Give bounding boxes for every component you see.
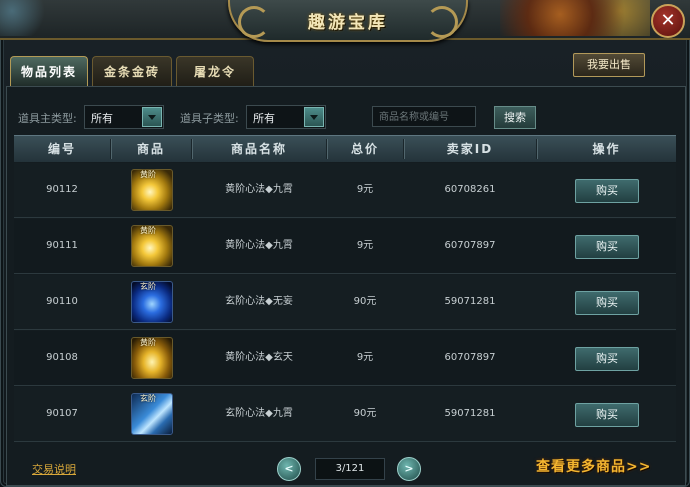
- table-row: 90111 黄阶 黄阶心法◆九霄 9元 60707897 购买: [14, 219, 676, 274]
- tab-item-list[interactable]: 物品列表: [10, 56, 88, 87]
- window-title: 趣游宝库: [308, 13, 388, 33]
- icon-tier-label: 玄阶: [140, 282, 156, 291]
- table-header: 编号 商品 商品名称 总价 卖家ID 操作: [14, 135, 676, 162]
- scroll-ornament-icon: [238, 6, 270, 38]
- col-item: 商品: [136, 142, 165, 156]
- sell-button[interactable]: 我要出售: [573, 53, 645, 77]
- item-name: 玄阶心法◆无妄: [225, 296, 293, 307]
- table-row: 90112 黄阶 黄阶心法◆九霄 9元 60708261 购买: [14, 163, 676, 218]
- seller-id: 60708261: [444, 184, 496, 195]
- item-id: 90108: [46, 352, 78, 363]
- sub-type-label: 道具子类型:: [180, 112, 239, 125]
- col-item-name: 商品名称: [230, 142, 287, 156]
- close-icon: ✕: [660, 10, 676, 31]
- title-plate: 趣游宝库: [228, 0, 468, 42]
- seller-id: 59071281: [444, 296, 496, 307]
- icon-tier-label: 黄阶: [140, 338, 156, 347]
- buy-button[interactable]: 购买: [575, 179, 639, 203]
- search-button[interactable]: 搜索: [494, 106, 536, 129]
- col-seller: 卖家ID: [446, 142, 494, 156]
- icon-tier-label: 黄阶: [140, 170, 156, 179]
- table-row: 90110 玄阶 玄阶心法◆无妄 90元 59071281 购买: [14, 275, 676, 330]
- main-type-label: 道具主类型:: [18, 112, 77, 125]
- header-art-right: [500, 0, 650, 36]
- prev-page-button[interactable]: <: [277, 457, 301, 481]
- item-name: 玄阶心法◆九霄: [225, 408, 293, 419]
- tab-dragon-token[interactable]: 屠龙令: [176, 56, 254, 87]
- gold-skill-icon[interactable]: 黄阶: [131, 169, 173, 211]
- search-input[interactable]: 商品名称或编号: [372, 106, 476, 127]
- item-id: 90112: [46, 184, 78, 195]
- gold-skill-icon[interactable]: 黄阶: [131, 225, 173, 267]
- table-row: 90108 黄阶 黄阶心法◆玄天 9元 60707897 购买: [14, 331, 676, 386]
- header-art-left: [0, 0, 60, 36]
- item-price: 9元: [356, 184, 374, 195]
- buy-button[interactable]: 购买: [575, 403, 639, 427]
- chevron-down-icon[interactable]: [304, 107, 324, 127]
- buy-button[interactable]: 购买: [575, 291, 639, 315]
- icon-tier-label: 玄阶: [140, 394, 156, 403]
- item-price: 9元: [356, 352, 374, 363]
- item-id: 90107: [46, 408, 78, 419]
- table-row: 90107 玄阶 玄阶心法◆九霄 90元 59071281 购买: [14, 387, 676, 442]
- main-type-value: 所有: [91, 112, 113, 125]
- item-price: 90元: [353, 296, 377, 307]
- item-price: 9元: [356, 240, 374, 251]
- item-price: 90元: [353, 408, 377, 419]
- sub-type-value: 所有: [253, 112, 275, 125]
- chevron-right-icon: >: [404, 462, 414, 475]
- gold-skill-icon[interactable]: 黄阶: [131, 337, 173, 379]
- tab-gold-bars[interactable]: 金条金砖: [92, 56, 172, 87]
- trade-help-link[interactable]: 交易说明: [32, 461, 76, 477]
- col-action: 操作: [592, 142, 621, 156]
- seller-id: 60707897: [444, 240, 496, 251]
- buy-button[interactable]: 购买: [575, 347, 639, 371]
- col-id: 编号: [47, 142, 76, 156]
- col-price: 总价: [350, 142, 379, 156]
- item-name: 黄阶心法◆九霄: [225, 240, 293, 251]
- chevron-left-icon: <: [284, 462, 294, 475]
- seller-id: 60707897: [444, 352, 496, 363]
- item-id: 90111: [46, 240, 78, 251]
- item-name: 黄阶心法◆玄天: [225, 352, 293, 363]
- sub-type-select[interactable]: 所有: [246, 105, 326, 129]
- chevron-down-icon[interactable]: [142, 107, 162, 127]
- buy-button[interactable]: 购买: [575, 235, 639, 259]
- page-indicator: 3/121: [315, 458, 385, 480]
- seller-id: 59071281: [444, 408, 496, 419]
- blue-skill-icon[interactable]: 玄阶: [131, 393, 173, 435]
- next-page-button[interactable]: >: [397, 457, 421, 481]
- close-button[interactable]: ✕: [651, 4, 685, 38]
- item-id: 90110: [46, 296, 78, 307]
- icon-tier-label: 黄阶: [140, 226, 156, 235]
- main-type-select[interactable]: 所有: [84, 105, 164, 129]
- item-name: 黄阶心法◆九霄: [225, 184, 293, 195]
- view-more-items-link[interactable]: 查看更多商品>>: [536, 456, 651, 476]
- blue-skill-icon[interactable]: 玄阶: [131, 281, 173, 323]
- scroll-ornament-icon: [426, 6, 458, 38]
